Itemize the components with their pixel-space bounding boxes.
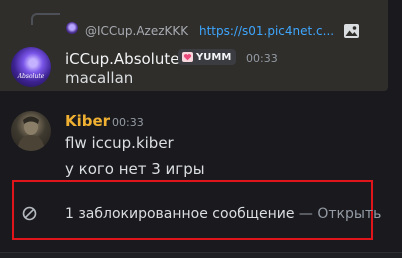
- tag-label: YUMM: [196, 51, 232, 63]
- blocked-separator: —: [294, 206, 318, 222]
- message-text: у кого нет 3 игры: [65, 160, 205, 178]
- reply-link[interactable]: https://s01.pic4net.c...: [199, 24, 334, 38]
- block-icon: [22, 206, 37, 221]
- message-input-edge[interactable]: [0, 252, 402, 258]
- timestamp: 00:33: [112, 116, 144, 129]
- reply-avatar[interactable]: [66, 22, 78, 34]
- avatar[interactable]: Absolute: [11, 47, 51, 87]
- image-icon: [344, 24, 359, 38]
- username[interactable]: iCCup.Absolute: [65, 50, 179, 68]
- avatar-text: Absolute: [17, 73, 45, 80]
- blocked-messages-notice: 1 заблокированное сообщение — Открыть: [65, 206, 381, 222]
- avatar[interactable]: [11, 111, 51, 151]
- reply-connector: [31, 13, 60, 25]
- server-tag-badge[interactable]: YUMM: [178, 49, 237, 65]
- reply-username[interactable]: @ICCup.AzezKKK: [85, 24, 188, 38]
- heart-icon: [182, 52, 193, 62]
- message-text: macallan: [65, 69, 134, 87]
- username[interactable]: Kiber: [65, 112, 110, 130]
- show-blocked-button[interactable]: Открыть: [317, 206, 381, 222]
- message-iccup-absolute[interactable]: @ICCup.AzezKKK https://s01.pic4net.c... …: [0, 0, 388, 91]
- message-text: flw iccup.kiber: [65, 134, 174, 152]
- blocked-label: 1 заблокированное сообщение: [65, 206, 295, 222]
- timestamp: 00:33: [246, 52, 278, 65]
